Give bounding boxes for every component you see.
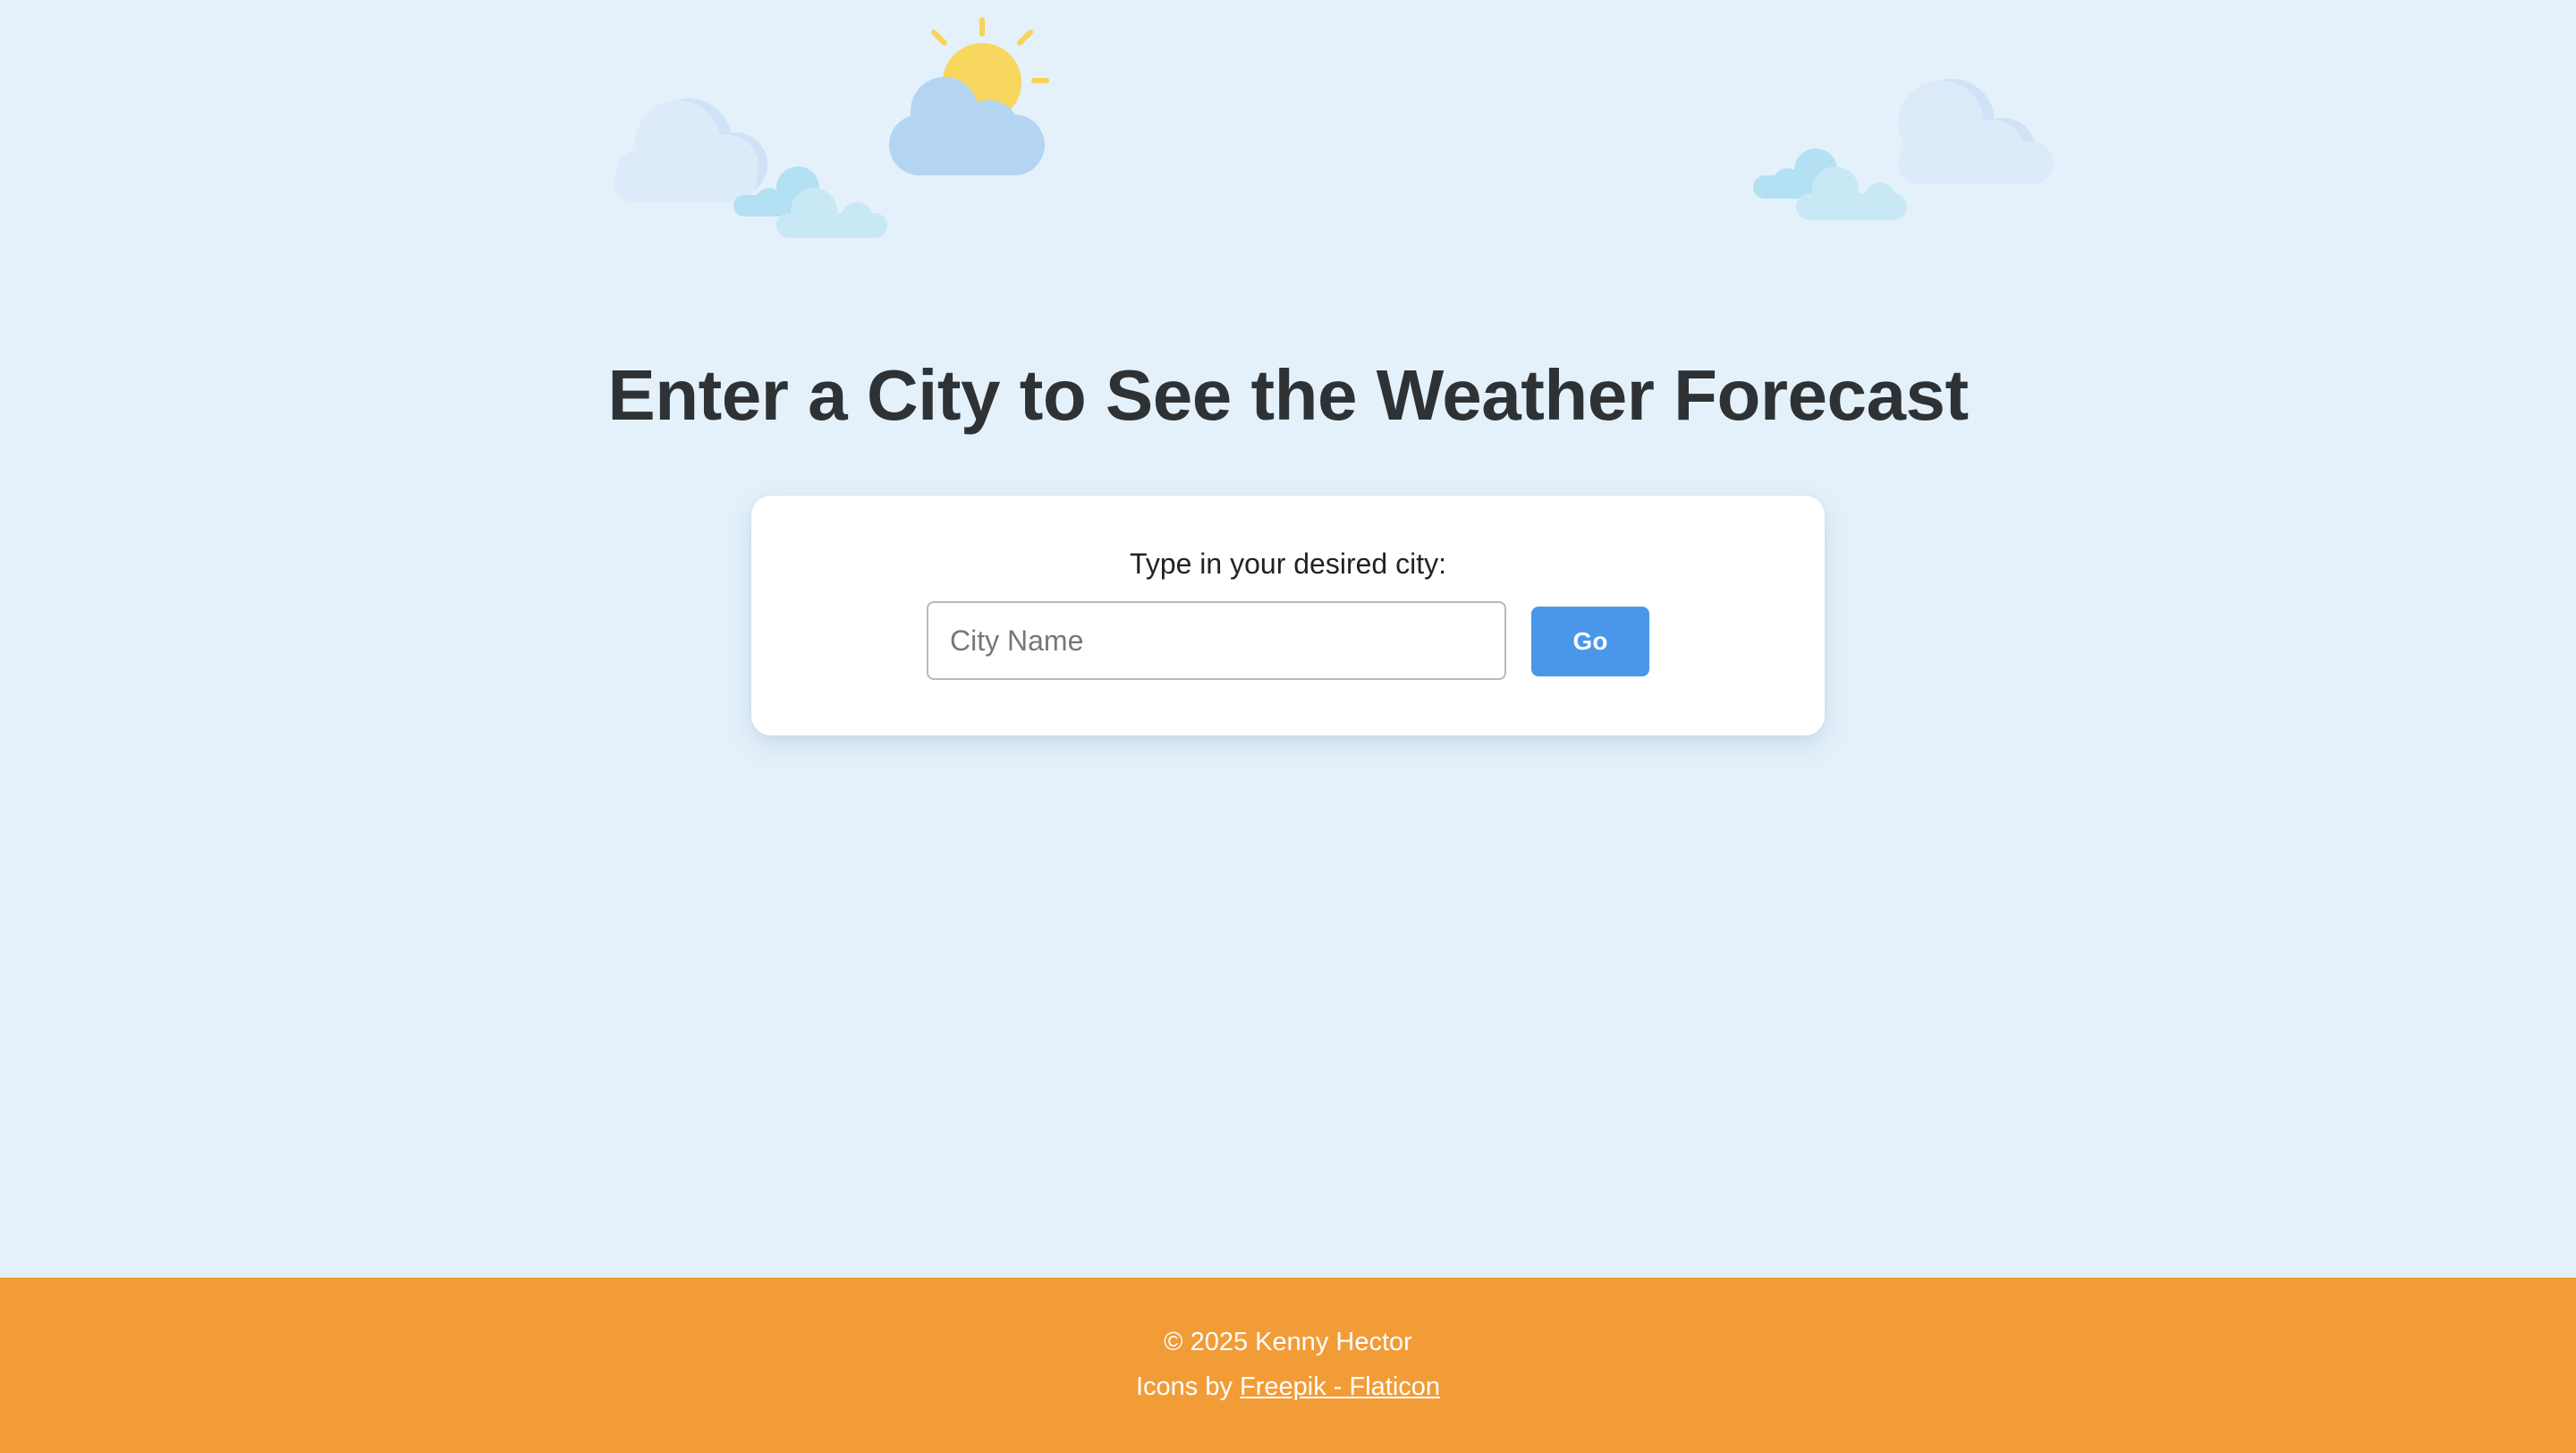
go-button[interactable]: Go bbox=[1531, 607, 1649, 676]
city-search-input[interactable] bbox=[927, 601, 1506, 680]
cloud-icon bbox=[1898, 79, 2054, 184]
footer-credits: Icons by Freepik - Flaticon bbox=[0, 1372, 2576, 1402]
sun-behind-cloud-icon bbox=[889, 17, 1049, 175]
sky-decoration bbox=[614, 17, 2054, 238]
footer-copyright: © 2025 Kenny Hector bbox=[1164, 1328, 1412, 1356]
city-label: Type in your desired city: bbox=[1130, 548, 1446, 580]
page-title: Enter a City to See the Weather Forecast bbox=[607, 355, 1969, 435]
search-card: Type in your desired city: Go bbox=[751, 496, 1825, 735]
cloud-icon bbox=[614, 98, 767, 202]
site-footer: © 2025 Kenny Hector Icons by Freepik - F… bbox=[0, 1278, 2576, 1453]
freepik-flaticon-link[interactable]: Freepik - Flaticon bbox=[1240, 1372, 1440, 1401]
cloud-icon bbox=[733, 166, 887, 238]
cloud-icon bbox=[1753, 149, 1907, 220]
footer-credits-prefix: Icons by bbox=[1135, 1372, 1241, 1401]
